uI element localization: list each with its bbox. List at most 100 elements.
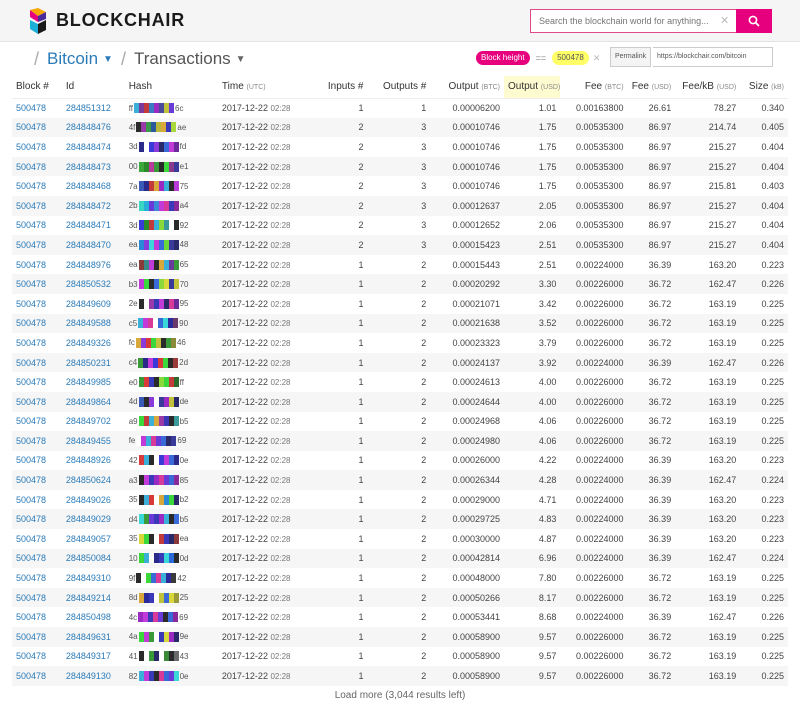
cell-block[interactable]: 500478 xyxy=(12,196,62,216)
cell-id[interactable]: 284849326 xyxy=(62,333,125,353)
cell-block[interactable]: 500478 xyxy=(12,294,62,314)
cell-block[interactable]: 500478 xyxy=(12,255,62,275)
col-fee-btc[interactable]: Fee (BTC) xyxy=(560,76,627,98)
section-dropdown-icon[interactable]: ▼ xyxy=(236,54,246,65)
cell-id[interactable]: 284849864 xyxy=(62,392,125,412)
cell-hash[interactable]: fc 46 xyxy=(125,333,218,353)
cell-block[interactable]: 500478 xyxy=(12,137,62,157)
cell-hash[interactable]: 7a 75 xyxy=(125,176,218,196)
search-button[interactable] xyxy=(736,9,772,33)
col-inputs[interactable]: Inputs # xyxy=(313,76,367,98)
cell-id[interactable]: 284849985 xyxy=(62,372,125,392)
table-row[interactable]: 500478 284850084 10 0d 2017-12-22 02:28 1 2 0.0… xyxy=(12,548,788,569)
cell-id[interactable]: 284848976 xyxy=(62,255,125,275)
col-id[interactable]: Id xyxy=(62,76,125,98)
cell-hash[interactable]: c4 2d xyxy=(125,353,218,373)
table-row[interactable]: 500478 284849864 4d de 2017-12-22 02:28 1 2 0.0… xyxy=(12,391,788,412)
cell-hash[interactable]: ea 48 xyxy=(125,235,218,255)
cell-id[interactable]: 284848471 xyxy=(62,216,125,236)
logo[interactable]: BLOCKCHAIR xyxy=(28,7,185,34)
cell-block[interactable]: 500478 xyxy=(12,392,62,412)
cell-block[interactable]: 500478 xyxy=(12,216,62,236)
cell-id[interactable]: 284849609 xyxy=(62,294,125,314)
cell-hash[interactable]: b3 70 xyxy=(125,274,218,294)
filter-field[interactable]: Block height xyxy=(476,51,530,65)
cell-hash[interactable]: a9 b5 xyxy=(125,412,218,432)
cell-block[interactable]: 500478 xyxy=(12,666,62,686)
cell-block[interactable]: 500478 xyxy=(12,235,62,255)
table-row[interactable]: 500478 284848473 00 e1 2017-12-22 02:28 2 3 0.0… xyxy=(12,156,788,177)
cell-block[interactable]: 500478 xyxy=(12,431,62,451)
cell-hash[interactable]: 35 ea xyxy=(125,529,218,549)
col-hash[interactable]: Hash xyxy=(125,76,218,98)
cell-hash[interactable]: 3d 92 xyxy=(125,216,218,236)
cell-id[interactable]: 284849702 xyxy=(62,412,125,432)
col-time[interactable]: Time (UTC) xyxy=(218,76,313,98)
cell-block[interactable]: 500478 xyxy=(12,509,62,529)
cell-hash[interactable]: 10 0d xyxy=(125,549,218,569)
table-row[interactable]: 500478 284848470 ea 48 2017-12-22 02:28 2 3 0.0… xyxy=(12,235,788,255)
cell-id[interactable]: 284848474 xyxy=(62,137,125,157)
cell-block[interactable]: 500478 xyxy=(12,568,62,588)
table-row[interactable]: 500478 284849130 82 0e 2017-12-22 02:28 1 2 0.0… xyxy=(12,666,788,686)
table-row[interactable]: 500478 284849026 35 b2 2017-12-22 02:28 1 2 0.0… xyxy=(12,490,788,510)
cell-hash[interactable]: a3 85 xyxy=(125,470,218,490)
cell-id[interactable]: 284850084 xyxy=(62,549,125,569)
cell-block[interactable]: 500478 xyxy=(12,412,62,432)
cell-hash[interactable]: 4f ae xyxy=(125,118,218,138)
table-row[interactable]: 500478 284849214 8d 25 2017-12-22 02:28 1 2 0.0… xyxy=(12,587,788,608)
table-row[interactable]: 500478 284848474 3d fd 2017-12-22 02:28 2 3 0.0… xyxy=(12,137,788,157)
table-row[interactable]: 500478 284850624 a3 85 2017-12-22 02:28 1 2 0.0… xyxy=(12,470,788,490)
table-row[interactable]: 500478 284849631 4a 9e 2017-12-22 02:28 1 2 0.0… xyxy=(12,627,788,647)
cell-block[interactable]: 500478 xyxy=(12,274,62,294)
cell-hash[interactable]: 2e 95 xyxy=(125,294,218,314)
cell-block[interactable]: 500478 xyxy=(12,627,62,647)
cell-id[interactable]: 284849588 xyxy=(62,314,125,334)
cell-hash[interactable]: ea 65 xyxy=(125,255,218,275)
col-outputs[interactable]: Outputs # xyxy=(367,76,430,98)
cell-id[interactable]: 284849214 xyxy=(62,588,125,608)
col-fee-per-kb[interactable]: Fee/kB (USD) xyxy=(675,76,740,98)
table-row[interactable]: 500478 284848926 42 0e 2017-12-22 02:28 1 2 0.0… xyxy=(12,451,788,471)
cell-id[interactable]: 284849026 xyxy=(62,490,125,510)
table-row[interactable]: 500478 284848476 4f ae 2017-12-22 02:28 2 3 0.0… xyxy=(12,117,788,138)
table-row[interactable]: 500478 284849455 fe 69 2017-12-22 02:28 1 2 0.0… xyxy=(12,431,788,451)
table-row[interactable]: 500478 284848468 7a 75 2017-12-22 02:28 2 3 0.0… xyxy=(12,176,788,196)
table-row[interactable]: 500478 284850532 b3 70 2017-12-22 02:28 1 2 0.0… xyxy=(12,274,788,294)
cell-id[interactable]: 284849317 xyxy=(62,647,125,667)
col-output-usd[interactable]: Output (USD) xyxy=(504,76,561,98)
cell-hash[interactable]: 2b a4 xyxy=(125,196,218,216)
permalink-button[interactable]: Permalink xyxy=(610,47,652,67)
cell-id[interactable]: 284849310 xyxy=(62,568,125,588)
cell-hash[interactable]: 42 0e xyxy=(125,451,218,471)
cell-hash[interactable]: fe 69 xyxy=(125,431,218,451)
cell-hash[interactable]: 82 0e xyxy=(125,666,218,686)
cell-hash[interactable]: 8d 25 xyxy=(125,588,218,608)
cell-hash[interactable]: ff 6c xyxy=(125,98,218,118)
table-row[interactable]: 500478 284849985 e0 ff 2017-12-22 02:28 1 2 0.0… xyxy=(12,372,788,392)
col-size[interactable]: Size (kB) xyxy=(740,76,788,98)
col-fee-usd[interactable]: Fee (USD) xyxy=(628,76,676,98)
cell-hash[interactable]: 4a 9e xyxy=(125,627,218,647)
cell-hash[interactable]: e0 ff xyxy=(125,372,218,392)
table-row[interactable]: 500478 284849057 35 ea 2017-12-22 02:28 1 2 0.0… xyxy=(12,529,788,549)
cell-hash[interactable]: d4 b5 xyxy=(125,509,218,529)
remove-filter-icon[interactable]: ✕ xyxy=(593,53,601,64)
load-more-link[interactable]: Load more (3,044 results left) xyxy=(0,690,800,701)
cell-hash[interactable]: 41 43 xyxy=(125,647,218,667)
cell-hash[interactable]: 4c 69 xyxy=(125,607,218,627)
cell-id[interactable]: 284848472 xyxy=(62,196,125,216)
cell-block[interactable]: 500478 xyxy=(12,549,62,569)
cell-id[interactable]: 284849631 xyxy=(62,627,125,647)
cell-block[interactable]: 500478 xyxy=(12,588,62,608)
cell-block[interactable]: 500478 xyxy=(12,490,62,510)
cell-block[interactable]: 500478 xyxy=(12,118,62,138)
table-row[interactable]: 500478 284849702 a9 b5 2017-12-22 02:28 1 2 0.0… xyxy=(12,412,788,432)
cell-id[interactable]: 284849057 xyxy=(62,529,125,549)
cell-block[interactable]: 500478 xyxy=(12,451,62,471)
cell-block[interactable]: 500478 xyxy=(12,353,62,373)
table-row[interactable]: 500478 284848471 3d 92 2017-12-22 02:28 2 3 0.0… xyxy=(12,216,788,236)
cell-hash[interactable]: 3d fd xyxy=(125,137,218,157)
cell-id[interactable]: 284849029 xyxy=(62,509,125,529)
filter-value[interactable]: 500478 xyxy=(552,51,589,65)
